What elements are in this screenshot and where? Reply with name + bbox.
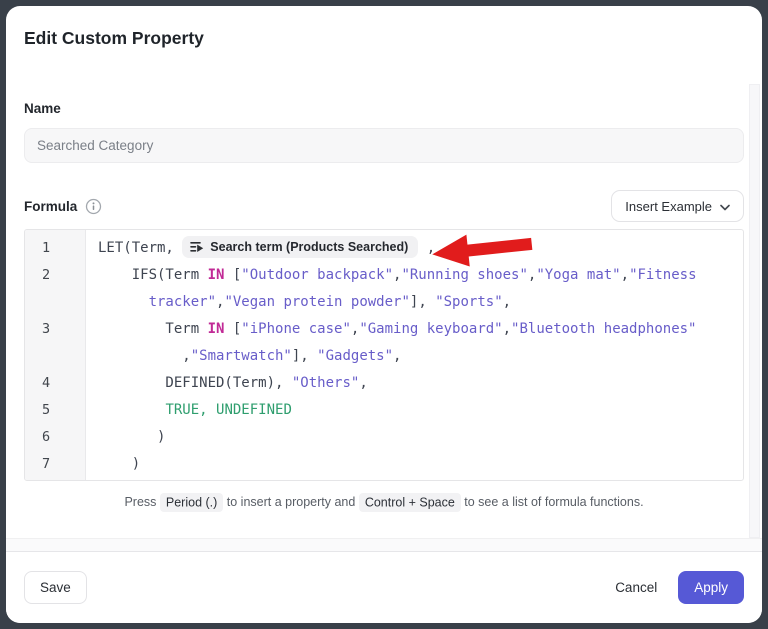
code-line-content: ) [85, 424, 743, 451]
code-token: ], [410, 294, 435, 310]
code-token: , [393, 348, 401, 364]
kbd-control-space: Control + Space [359, 493, 461, 512]
code-token: "Sports" [435, 294, 502, 310]
name-input[interactable] [24, 128, 744, 163]
code-token: [ [224, 267, 241, 283]
code-token: "iPhone case" [241, 321, 351, 337]
code-token: "Smartwatch" [191, 348, 292, 364]
code-token: "Yoga mat" [536, 267, 620, 283]
vertical-scrollbar[interactable] [749, 84, 760, 538]
code-token [98, 294, 149, 310]
code-token: , [98, 348, 191, 364]
code-token: "Others" [292, 375, 359, 391]
code-line: 4 DEFINED(Term), "Others", [25, 370, 743, 397]
code-token: ) [98, 429, 165, 445]
code-token: "Bluetooth headphones" [511, 321, 696, 337]
footer-divider [6, 538, 762, 552]
code-line-content: Term IN ["iPhone case","Gaming keyboard"… [85, 316, 743, 343]
code-token: TRUE, UNDEFINED [165, 402, 291, 418]
code-token [98, 402, 165, 418]
formula-label: Formula [24, 199, 77, 214]
insert-example-label: Insert Example [625, 199, 712, 214]
code-line: 7 ) [25, 451, 743, 478]
line-number: 1 [25, 235, 85, 262]
line-number: 5 [25, 397, 85, 424]
code-line-content: TRUE, UNDEFINED [85, 397, 743, 424]
code-token: IFS(Term [98, 267, 208, 283]
editor-hint-text: Press Period (.) to insert a property an… [24, 492, 744, 512]
dialog-title: Edit Custom Property [24, 6, 744, 48]
hint-mid: to insert a property and [227, 495, 356, 509]
info-icon[interactable] [85, 198, 102, 215]
code-token: DEFINED(Term), [98, 375, 292, 391]
apply-button[interactable]: Apply [678, 571, 744, 604]
code-line: 2 IFS(Term IN ["Outdoor backpack", "Runni… [25, 262, 743, 289]
search-term-icon [190, 240, 204, 254]
hint-suffix: to see a list of formula functions. [464, 495, 643, 509]
line-number: 2 [25, 262, 85, 289]
code-line-content: ) [85, 451, 743, 478]
code-token: tracker" [149, 294, 216, 310]
line-number [25, 289, 85, 316]
code-token: , [418, 240, 435, 256]
code-token: , [359, 375, 367, 391]
code-line-content: DEFINED(Term), "Others", [85, 370, 743, 397]
code-token: Term [98, 321, 208, 337]
code-line-content: IFS(Term IN ["Outdoor backpack", "Running… [85, 262, 743, 289]
line-number: 3 [25, 316, 85, 343]
line-number: 7 [25, 451, 85, 478]
code-line: 5 TRUE, UNDEFINED [25, 397, 743, 424]
code-line-content: ,"Smartwatch"], "Gadgets", [85, 343, 743, 370]
line-number: 6 [25, 424, 85, 451]
code-token: "Fitness [629, 267, 696, 283]
search-term-property-chip[interactable]: Search term (Products Searched) [182, 236, 418, 258]
code-token: "Running shoes" [401, 267, 527, 283]
line-number: 4 [25, 370, 85, 397]
code-token: , [503, 321, 511, 337]
code-line: 1LET(Term, Search term (Products Searche… [25, 235, 743, 262]
code-token: "Gaming keyboard" [359, 321, 502, 337]
name-label: Name [24, 101, 744, 116]
cancel-button[interactable]: Cancel [615, 571, 657, 604]
code-line: ,"Smartwatch"], "Gadgets", [25, 343, 743, 370]
save-button[interactable]: Save [24, 571, 87, 604]
code-token: ) [98, 456, 140, 472]
kbd-period: Period (.) [160, 493, 223, 512]
code-token: [ [224, 321, 241, 337]
code-token: "Vegan protein powder" [224, 294, 409, 310]
code-token: LET(Term, [98, 240, 182, 256]
code-line: tracker", "Vegan protein powder"], "Sport… [25, 289, 743, 316]
code-line-content: tracker", "Vegan protein powder"], "Sport… [85, 289, 743, 316]
chevron-down-icon [720, 199, 730, 214]
code-token: , [621, 267, 629, 283]
formula-code-editor[interactable]: 1LET(Term, Search term (Products Searche… [24, 229, 744, 481]
code-token: IN [208, 321, 225, 337]
code-token: , [503, 294, 511, 310]
line-number [25, 343, 85, 370]
code-line: 6 ) [25, 424, 743, 451]
code-line: 3 Term IN ["iPhone case","Gaming keyboar… [25, 316, 743, 343]
code-token: ], [292, 348, 317, 364]
edit-custom-property-dialog: Edit Custom Property Name Formula Insert… [6, 6, 762, 623]
code-line-content: LET(Term, Search term (Products Searched… [85, 235, 743, 262]
dialog-footer: Save Cancel Apply [6, 552, 762, 623]
code-token: IN [208, 267, 225, 283]
chip-label: Search term (Products Searched) [210, 236, 408, 258]
code-token: "Gadgets" [317, 348, 393, 364]
hint-press: Press [124, 495, 156, 509]
code-token: "Outdoor backpack" [241, 267, 393, 283]
insert-example-button[interactable]: Insert Example [611, 190, 744, 222]
